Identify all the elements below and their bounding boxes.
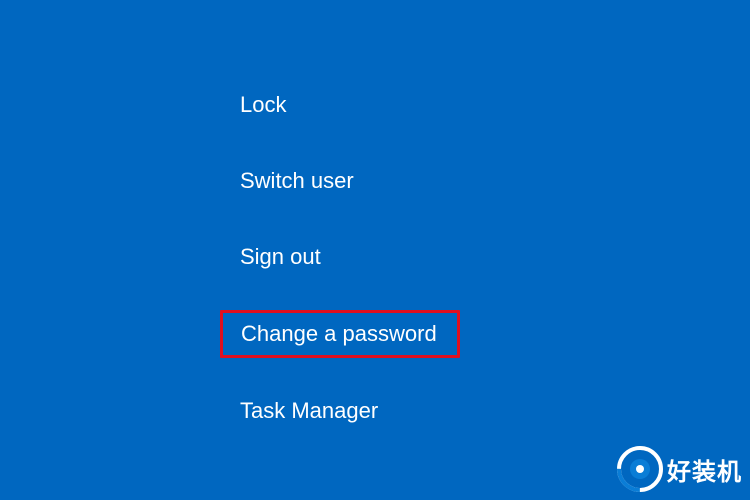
watermark: 好装机 [617, 446, 742, 492]
change-password-option[interactable]: Change a password [220, 310, 460, 358]
task-manager-option[interactable]: Task Manager [220, 388, 460, 434]
security-options-menu: Lock Switch user Sign out Change a passw… [220, 82, 460, 464]
sign-out-option[interactable]: Sign out [220, 234, 460, 280]
lock-option[interactable]: Lock [220, 82, 460, 128]
watermark-text: 好装机 [667, 452, 742, 487]
watermark-logo-icon [617, 446, 663, 492]
switch-user-option[interactable]: Switch user [220, 158, 460, 204]
